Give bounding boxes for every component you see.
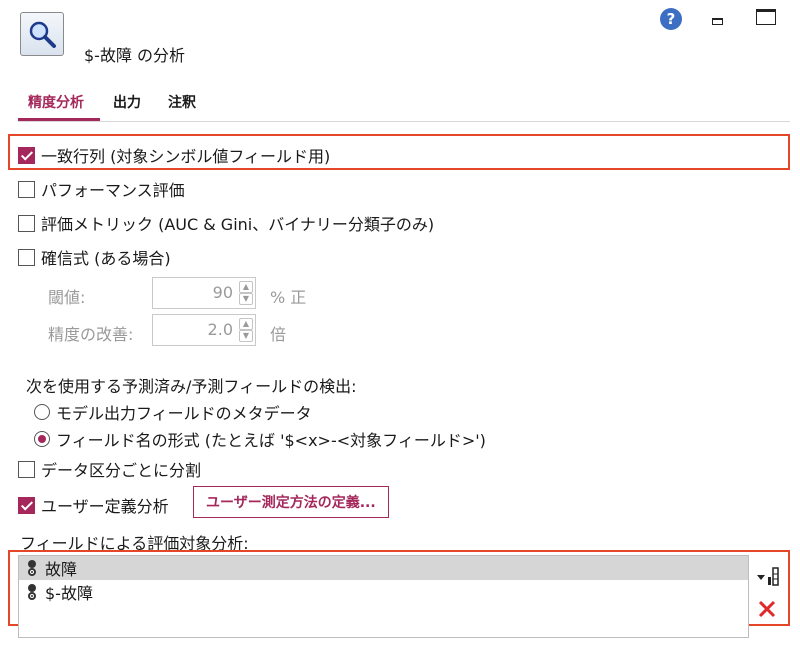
delete-icon[interactable] (758, 600, 776, 618)
flag-field-icon (27, 560, 37, 576)
field-list[interactable]: 故障 $-故障 (18, 555, 749, 638)
threshold-up-icon[interactable]: ▲ (239, 281, 253, 293)
performance-label: パフォーマンス評価 (41, 181, 185, 200)
help-icon[interactable]: ? (660, 8, 682, 30)
maximize-icon[interactable] (756, 9, 776, 25)
tab-annotations[interactable]: 注釈 (168, 92, 196, 112)
threshold-spinner[interactable]: 90 ▲ ▼ (152, 277, 256, 309)
eval-metrics-checkbox[interactable] (18, 214, 35, 232)
partition-option[interactable]: データ区分ごとに分割 (18, 457, 201, 481)
list-item[interactable]: 故障 (19, 556, 748, 580)
confidence-label: 確信式 (ある場合) (41, 249, 171, 268)
coincidence-matrix-label: 一致行列 (対象シンボル値フィールド用) (41, 147, 331, 166)
field-name: 故障 (45, 560, 78, 579)
minimize-icon[interactable] (712, 14, 724, 26)
detect-option-name-format[interactable]: フィールド名の形式 (たとえば '$<x>-<対象フィールド>') (34, 427, 486, 451)
define-user-measure-button[interactable]: ユーザー測定方法の定義... (193, 486, 389, 518)
improvement-label: 精度の改善: (48, 325, 134, 344)
improvement-value[interactable]: 2.0 (153, 315, 237, 345)
field-name: $-故障 (45, 584, 93, 603)
improvement-up-icon[interactable]: ▲ (239, 318, 253, 330)
tab-output[interactable]: 出力 (113, 92, 141, 112)
name-format-radio[interactable] (34, 431, 50, 447)
partition-checkbox[interactable] (18, 460, 35, 478)
tab-accuracy-analysis[interactable]: 精度分析 (28, 92, 84, 112)
performance-checkbox[interactable] (18, 180, 35, 198)
field-picker-icon[interactable] (756, 566, 780, 586)
confidence-checkbox[interactable] (18, 248, 35, 266)
user-defined-option[interactable]: ユーザー定義分析 (18, 493, 169, 517)
threshold-label: 閾値: (48, 288, 86, 307)
confidence-option[interactable]: 確信式 (ある場合) (18, 245, 171, 269)
coincidence-matrix-option[interactable]: 一致行列 (対象シンボル値フィールド用) (18, 143, 330, 167)
user-defined-label: ユーザー定義分析 (41, 497, 169, 516)
eval-metrics-label: 評価メトリック (AUC & Gini、バイナリー分類子のみ) (41, 215, 435, 234)
improvement-spinner[interactable]: 2.0 ▲ ▼ (152, 314, 256, 346)
partition-label: データ区分ごとに分割 (41, 461, 202, 480)
name-format-label: フィールド名の形式 (たとえば '$<x>-<対象フィールド>') (56, 431, 486, 450)
threshold-down-icon[interactable]: ▼ (239, 293, 253, 305)
flag-field-icon (27, 584, 37, 600)
detect-option-metadata[interactable]: モデル出力フィールドのメタデータ (34, 400, 312, 424)
eval-metrics-option[interactable]: 評価メトリック (AUC & Gini、バイナリー分類子のみ) (18, 211, 434, 235)
performance-option[interactable]: パフォーマンス評価 (18, 177, 185, 201)
threshold-value[interactable]: 90 (153, 278, 237, 308)
detect-heading: 次を使用する予測済み/予測フィールドの検出: (26, 377, 357, 396)
coincidence-matrix-checkbox[interactable] (18, 146, 35, 164)
list-item[interactable]: $-故障 (19, 580, 748, 604)
improvement-unit: 倍 (270, 325, 287, 344)
node-title: $-故障 の分析 (84, 46, 186, 65)
improvement-down-icon[interactable]: ▼ (239, 330, 253, 342)
metadata-radio[interactable] (34, 404, 50, 420)
metadata-label: モデル出力フィールドのメタデータ (56, 404, 312, 423)
user-defined-checkbox[interactable] (18, 496, 35, 514)
threshold-unit: % 正 (270, 288, 307, 307)
tab-divider (18, 121, 790, 122)
magnifier-icon (20, 12, 64, 56)
